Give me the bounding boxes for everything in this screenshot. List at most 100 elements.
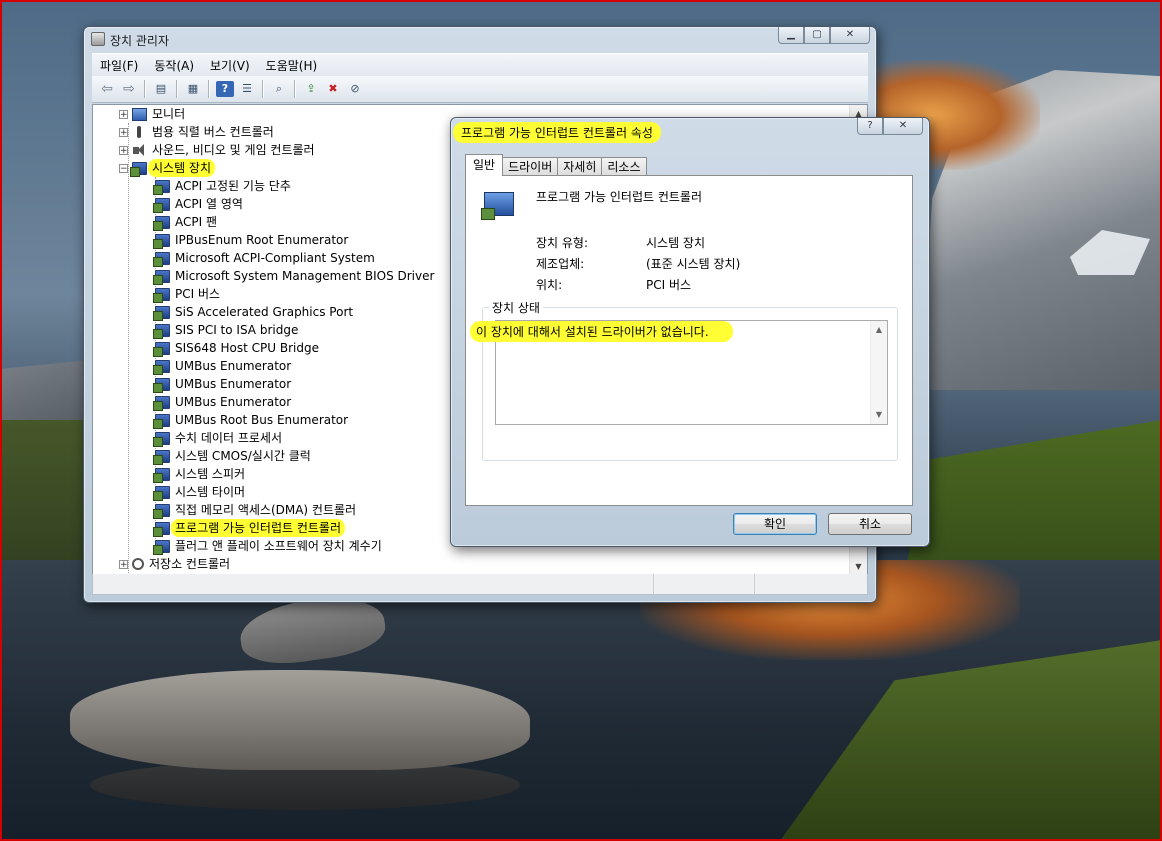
minimize-button[interactable]: ▁ xyxy=(778,27,804,44)
tree-child-item[interactable]: ACPI 고정된 기능 단추 xyxy=(153,177,291,195)
tree-child-label: ACPI 열 영역 xyxy=(175,197,243,211)
update-driver-icon[interactable]: ⇪ xyxy=(302,81,320,97)
tab-driver[interactable]: 드라이버 xyxy=(502,157,559,176)
scan-hardware-icon[interactable]: ⌕ xyxy=(270,81,288,97)
question-icon: ? xyxy=(867,120,873,131)
dialog-close-button[interactable]: ✕ xyxy=(883,118,923,135)
system-device-icon xyxy=(153,521,170,537)
manufacturer-value: (표준 시스템 장치) xyxy=(646,257,741,271)
tree-child-item[interactable]: PCI 버스 xyxy=(153,285,221,303)
tree-child-label: ACPI 팬 xyxy=(175,215,218,229)
tree-child-label: SIS648 Host CPU Bridge xyxy=(175,341,319,355)
close-button[interactable]: ✕ xyxy=(830,27,870,44)
tree-item-usb[interactable]: + 범용 직렬 버스 컨트롤러 xyxy=(119,123,274,141)
cancel-button[interactable]: 취소 xyxy=(828,513,912,535)
tree-child-item[interactable]: UMBus Enumerator xyxy=(153,375,291,393)
device-manager-titlebar[interactable]: 장치 관리자 ▁ ▢ ✕ xyxy=(84,27,876,53)
properties-icon[interactable]: ▤ xyxy=(152,81,170,97)
tree-item-monitors[interactable]: + 모니터 xyxy=(119,105,185,123)
toolbar-separator xyxy=(208,80,210,98)
tree-child-item-selected[interactable]: 프로그램 가능 인터럽트 컨트롤러 xyxy=(153,519,346,537)
location-label: 위치: xyxy=(536,278,563,292)
large-boulder xyxy=(70,670,530,770)
expand-icon[interactable]: + xyxy=(119,559,128,569)
scroll-up-icon[interactable]: ▲ xyxy=(871,323,887,337)
toolbar-separator xyxy=(262,80,264,98)
system-device-icon xyxy=(153,467,170,483)
menu-action[interactable]: 동작(A) xyxy=(146,57,202,74)
tree-child-item[interactable]: 수치 데이터 프로세서 xyxy=(153,429,282,447)
properties-dialog[interactable]: 프로그램 가능 인터럽트 컨트롤러 속성 ? ✕ 일반 드라이버 자세히 리소스… xyxy=(450,117,930,547)
device-type-label: 장치 유형: xyxy=(536,236,589,250)
tree-child-item[interactable]: SIS648 Host CPU Bridge xyxy=(153,339,319,357)
menu-file[interactable]: 파일(F) xyxy=(92,57,146,74)
tree-item-label: 범용 직렬 버스 컨트롤러 xyxy=(152,125,274,139)
menu-bar: 파일(F) 동작(A) 보기(V) 도움말(H) xyxy=(92,53,868,76)
menu-help[interactable]: 도움말(H) xyxy=(258,57,326,74)
tree-child-label: 시스템 타이머 xyxy=(175,485,246,499)
maximize-button[interactable]: ▢ xyxy=(804,27,830,44)
properties-tabs: 일반 드라이버 자세히 리소스 xyxy=(465,154,647,176)
status-scrollbar[interactable]: ▲ ▼ xyxy=(870,321,887,424)
collapse-icon[interactable]: − xyxy=(119,163,128,173)
tree-item-storage[interactable]: + 저장소 컨트롤러 xyxy=(119,555,230,573)
dialog-help-button[interactable]: ? xyxy=(857,118,883,135)
tree-child-item[interactable]: ACPI 열 영역 xyxy=(153,195,243,213)
device-status-group: 장치 상태 이 장치에 대해서 설치된 드라이버가 없습니다. ▲ ▼ xyxy=(470,299,898,461)
system-device-icon xyxy=(153,413,170,429)
list-icon[interactable]: ☰ xyxy=(238,81,256,97)
tree-item-system-devices[interactable]: − 시스템 장치 xyxy=(119,159,216,177)
scroll-down-icon[interactable]: ▼ xyxy=(871,408,887,422)
tree-child-label: UMBus Enumerator xyxy=(175,359,292,373)
system-device-icon xyxy=(153,215,170,231)
system-device-icon xyxy=(153,431,170,447)
system-device-icon xyxy=(153,251,170,267)
system-device-icon xyxy=(153,539,170,555)
view-icon[interactable]: ▦ xyxy=(184,81,202,97)
tree-child-label: PCI 버스 xyxy=(175,287,221,301)
system-device-icon xyxy=(153,179,170,195)
disable-icon[interactable]: ⊘ xyxy=(346,81,364,97)
forward-arrow-icon[interactable]: ⇨ xyxy=(120,81,138,97)
expand-icon[interactable]: + xyxy=(119,127,128,137)
back-arrow-icon[interactable]: ⇦ xyxy=(98,81,116,97)
tab-general[interactable]: 일반 xyxy=(465,154,504,176)
device-status-text: 이 장치에 대해서 설치된 드라이버가 없습니다. xyxy=(470,321,733,342)
tree-child-item[interactable]: SiS Accelerated Graphics Port xyxy=(153,303,353,321)
properties-title: 프로그램 가능 인터럽트 컨트롤러 속성 xyxy=(453,122,661,143)
tree-child-label: 시스템 CMOS/실시간 클럭 xyxy=(175,449,311,463)
status-bar-pane xyxy=(93,574,654,594)
device-status-textbox[interactable]: 이 장치에 대해서 설치된 드라이버가 없습니다. ▲ ▼ xyxy=(470,320,888,425)
tree-child-item[interactable]: 플러그 앤 플레이 소프트웨어 장치 계수기 xyxy=(153,537,382,555)
system-device-icon xyxy=(153,449,170,465)
tree-child-item[interactable]: UMBus Root Bus Enumerator xyxy=(153,411,348,429)
tree-item-sound[interactable]: + 사운드, 비디오 및 게임 컨트롤러 xyxy=(119,141,315,159)
device-name: 프로그램 가능 인터럽트 컨트롤러 xyxy=(536,190,703,204)
tree-child-item[interactable]: 직접 메모리 액세스(DMA) 컨트롤러 xyxy=(153,501,357,519)
tree-child-item[interactable]: UMBus Enumerator xyxy=(153,357,292,375)
toolbar-separator xyxy=(176,80,178,98)
scroll-down-icon[interactable]: ▼ xyxy=(850,558,867,575)
tree-child-item[interactable]: UMBus Enumerator xyxy=(153,393,291,411)
tab-resources[interactable]: 리소스 xyxy=(601,157,647,176)
tree-child-item[interactable]: 시스템 타이머 xyxy=(153,483,246,501)
tree-child-item[interactable]: IPBusEnum Root Enumerator xyxy=(153,231,348,249)
system-device-icon xyxy=(153,341,170,357)
ok-button[interactable]: 확인 xyxy=(733,513,817,535)
expand-icon[interactable]: + xyxy=(119,145,128,155)
expand-icon[interactable]: + xyxy=(119,109,128,119)
tree-child-item[interactable]: 시스템 CMOS/실시간 클럭 xyxy=(153,447,311,465)
properties-titlebar[interactable]: 프로그램 가능 인터럽트 컨트롤러 속성 ? ✕ xyxy=(451,118,929,144)
tree-child-label: 플러그 앤 플레이 소프트웨어 장치 계수기 xyxy=(175,539,382,553)
tree-child-label: 직접 메모리 액세스(DMA) 컨트롤러 xyxy=(175,503,357,517)
uninstall-icon[interactable]: ✖ xyxy=(324,81,342,97)
tree-child-item[interactable]: 시스템 스피커 xyxy=(153,465,245,483)
tree-child-item[interactable]: Microsoft System Management BIOS Driver xyxy=(153,267,434,285)
menu-view[interactable]: 보기(V) xyxy=(202,57,258,74)
tree-child-item[interactable]: ACPI 팬 xyxy=(153,213,218,231)
tree-child-item[interactable]: Microsoft ACPI-Compliant System xyxy=(153,249,375,267)
help-icon[interactable]: ? xyxy=(216,81,234,97)
tree-child-item[interactable]: SIS PCI to ISA bridge xyxy=(153,321,298,339)
tab-details[interactable]: 자세히 xyxy=(557,157,603,176)
system-device-icon xyxy=(153,503,170,519)
